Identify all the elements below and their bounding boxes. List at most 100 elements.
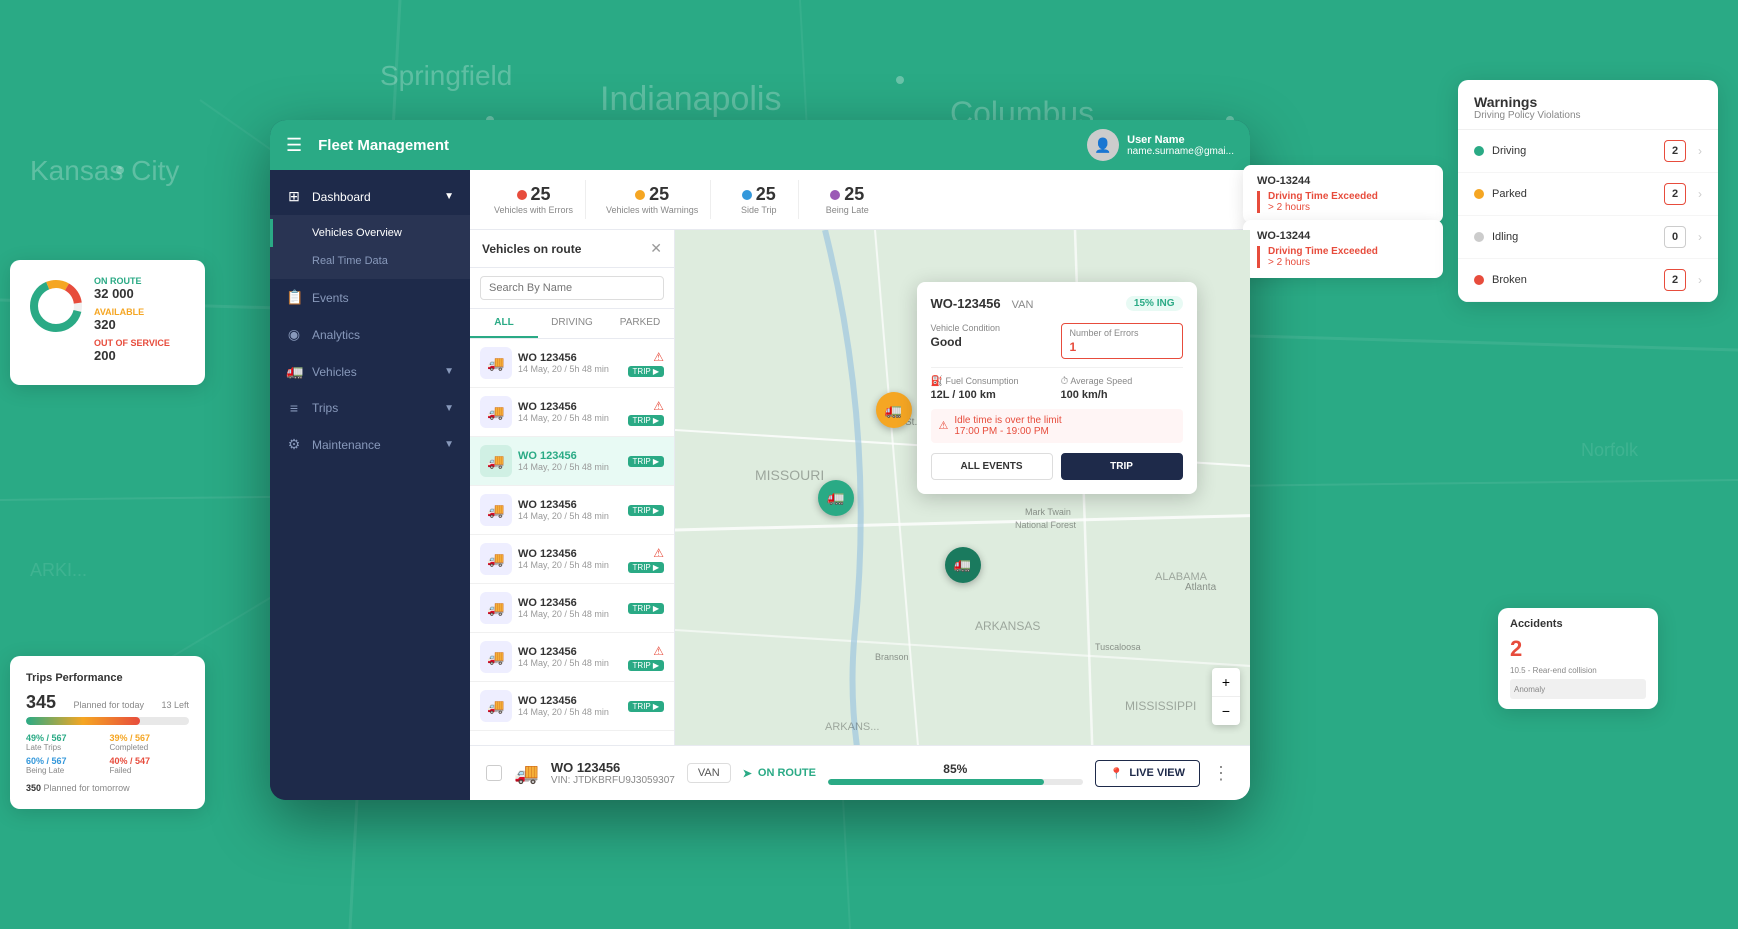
- sidebar-item-events[interactable]: 📋 Events: [270, 279, 470, 316]
- map-marker-orange[interactable]: 🚛: [876, 392, 912, 428]
- vehicle-badges: TRIP ▶: [628, 505, 664, 516]
- trip-badge: TRIP ▶: [628, 366, 664, 377]
- vehicle-thumb: 🚚: [480, 347, 512, 379]
- progress-wrap: 85%: [828, 762, 1083, 785]
- map-marker-green1[interactable]: 🚛: [818, 480, 854, 516]
- sidebar-item-realtime[interactable]: Real Time Data: [270, 247, 470, 275]
- sidebar-item-vehicles[interactable]: 🚛 Vehicles ▼: [270, 353, 470, 390]
- stats-bar: 25 Vehicles with Errors 25 Vehicles with…: [470, 170, 1250, 230]
- parked-chevron: ›: [1698, 187, 1702, 201]
- map-marker-green2[interactable]: 🚛: [945, 547, 981, 583]
- app-title: Fleet Management: [318, 137, 1087, 154]
- user-profile[interactable]: 👤 User Name name.surname@gmai...: [1087, 129, 1234, 161]
- warning-subcard-2: WO-13244 Driving Time Exceeded > 2 hours: [1243, 220, 1443, 278]
- donut-chart: [26, 276, 86, 336]
- error-dot: [517, 190, 527, 200]
- list-item[interactable]: 🚚 WO 123456 14 May, 20 / 5h 48 min ⚠ TRI…: [470, 388, 674, 437]
- panel-header: Vehicles on route ✕: [470, 230, 674, 268]
- warnings-header: Warnings Driving Policy Violations: [1458, 80, 1718, 130]
- sidebar-item-dashboard[interactable]: ⊞ Dashboard ▼: [270, 178, 470, 215]
- navigation-icon: ➤: [743, 767, 752, 780]
- vehicle-thumb: 🚚: [480, 592, 512, 624]
- search-input[interactable]: [480, 276, 664, 300]
- warning-item-driving[interactable]: Driving 2 ›: [1458, 130, 1718, 173]
- popup-header: WO-123456 VAN 15% ING: [931, 296, 1183, 311]
- svg-text:Mark Twain: Mark Twain: [1025, 507, 1071, 517]
- svg-text:National Forest: National Forest: [1015, 520, 1077, 530]
- vehicle-badges: ⚠ TRIP ▶: [628, 399, 664, 426]
- parked-count: 2: [1664, 183, 1686, 205]
- tab-parked[interactable]: PARKED: [606, 309, 674, 338]
- list-item[interactable]: 🚚 WO 123456 14 May, 20 / 5h 48 min ⚠ TRI…: [470, 633, 674, 682]
- vehicle-info: WO 123456 14 May, 20 / 5h 48 min: [518, 646, 622, 668]
- events-icon: 📋: [286, 289, 302, 306]
- list-item[interactable]: 🚚 WO 123456 14 May, 20 / 5h 48 min TRIP …: [470, 486, 674, 535]
- svg-text:MISSOURI: MISSOURI: [755, 467, 824, 483]
- vehicles-chevron: ▼: [444, 366, 454, 377]
- list-item[interactable]: 🚚 WO 123456 14 May, 20 / 5h 48 min TRIP …: [470, 682, 674, 731]
- list-item[interactable]: 🚚 WO 123456 14 May, 20 / 5h 48 min TRIP …: [470, 584, 674, 633]
- select-checkbox[interactable]: [486, 765, 502, 781]
- warning-item-idling[interactable]: Idling 0 ›: [1458, 216, 1718, 259]
- zoom-out-button[interactable]: −: [1212, 697, 1240, 725]
- vehicle-list: 🚚 WO 123456 14 May, 20 / 5h 48 min ⚠ TRI…: [470, 339, 674, 745]
- driving-chevron: ›: [1698, 144, 1702, 158]
- trips-chevron: ▼: [444, 403, 454, 414]
- vehicle-thumb: 🚚: [480, 543, 512, 575]
- popup-grid: Vehicle Condition Good Number of Errors …: [931, 323, 1183, 359]
- user-info: User Name name.surname@gmai...: [1127, 134, 1234, 157]
- sidebar-item-vehicles-overview[interactable]: Vehicles Overview: [270, 219, 470, 247]
- filter-tabs: ALL DRIVING PARKED: [470, 309, 674, 339]
- list-item[interactable]: 🚚 WO 123456 14 May, 20 / 5h 48 min TRIP …: [470, 437, 674, 486]
- avatar: 👤: [1087, 129, 1119, 161]
- late-dot: [830, 190, 840, 200]
- tab-all[interactable]: ALL: [470, 309, 538, 338]
- progress-bar-bg: [828, 779, 1083, 785]
- popup-stats: ⛽ Fuel Consumption 12L / 100 km ⏱: [931, 367, 1183, 401]
- stat-side-trip: 25 Side Trip: [719, 180, 799, 219]
- vehicle-info: WO 123456 14 May, 20 / 5h 48 min: [518, 597, 622, 619]
- popup-speed: ⏱ Average Speed 100 km/h: [1061, 376, 1183, 401]
- map-area[interactable]: MISSOURI ARKANSAS MISSISSIPPI ARKANS... …: [675, 230, 1250, 745]
- warning-subcard-1: WO-13244 Driving Time Exceeded > 2 hours: [1243, 165, 1443, 223]
- live-view-button[interactable]: 📍 LIVE VIEW: [1095, 760, 1200, 787]
- hamburger-icon[interactable]: ☰: [286, 135, 302, 156]
- sidebar-item-trips[interactable]: ≡ Trips ▼: [270, 390, 470, 426]
- sidebar-item-analytics[interactable]: ◉ Analytics: [270, 316, 470, 353]
- trip-badge: TRIP ▶: [628, 701, 664, 712]
- bottom-vehicle-info: WO 123456 VIN: JTDKBRFU9J3059307: [551, 760, 675, 786]
- vehicle-info: WO 123456 14 May, 20 / 5h 48 min: [518, 548, 622, 570]
- trip-badge: TRIP ▶: [628, 603, 664, 614]
- warning-alert-2: Driving Time Exceeded > 2 hours: [1257, 246, 1429, 268]
- accidents-card: Accidents 2 10.5 - Rear-end collision An…: [1498, 608, 1658, 709]
- parked-dot: [1474, 189, 1484, 199]
- trip-badge: TRIP ▶: [628, 660, 664, 671]
- truck-marker-green2: 🚛: [945, 547, 981, 583]
- popup-condition: Vehicle Condition Good: [931, 323, 1053, 359]
- sidebar-item-maintenance[interactable]: ⚙ Maintenance ▼: [270, 426, 470, 463]
- dashboard-icon: ⊞: [286, 188, 302, 205]
- vehicle-badges: TRIP ▶: [628, 603, 664, 614]
- vehicle-info: WO 123456 14 May, 20 / 5h 48 min: [518, 352, 622, 374]
- state-virginia: Norfolk: [1581, 440, 1638, 461]
- error-badge: ⚠: [653, 350, 664, 364]
- vehicle-info: WO 123456 14 May, 20 / 5h 48 min: [518, 401, 622, 423]
- vehicle-icon-bottom: 🚚: [514, 761, 539, 786]
- warning-item-parked[interactable]: Parked 2 ›: [1458, 173, 1718, 216]
- close-panel-button[interactable]: ✕: [650, 240, 662, 257]
- analytics-icon: ◉: [286, 326, 302, 343]
- error-badge: ⚠: [653, 546, 664, 560]
- svg-text:Tuscaloosa: Tuscaloosa: [1095, 642, 1141, 652]
- list-item[interactable]: 🚚 WO 123456 14 May, 20 / 5h 48 min ⚠ TRI…: [470, 339, 674, 388]
- tab-driving[interactable]: DRIVING: [538, 309, 606, 338]
- vehicle-thumb: 🚚: [480, 690, 512, 722]
- list-item[interactable]: 🚚 WO 123456 14 May, 20 / 5h 48 min ⚠ TRI…: [470, 535, 674, 584]
- all-events-button[interactable]: ALL EVENTS: [931, 453, 1053, 480]
- route-status: ➤ ON ROUTE: [743, 767, 816, 780]
- popup-actions: ALL EVENTS TRIP: [931, 453, 1183, 480]
- zoom-in-button[interactable]: +: [1212, 668, 1240, 697]
- trip-button[interactable]: TRIP: [1061, 453, 1183, 480]
- warning-item-broken[interactable]: Broken 2 ›: [1458, 259, 1718, 302]
- more-options-button[interactable]: ⋮: [1208, 763, 1234, 784]
- svg-text:ARKANS...: ARKANS...: [825, 721, 879, 733]
